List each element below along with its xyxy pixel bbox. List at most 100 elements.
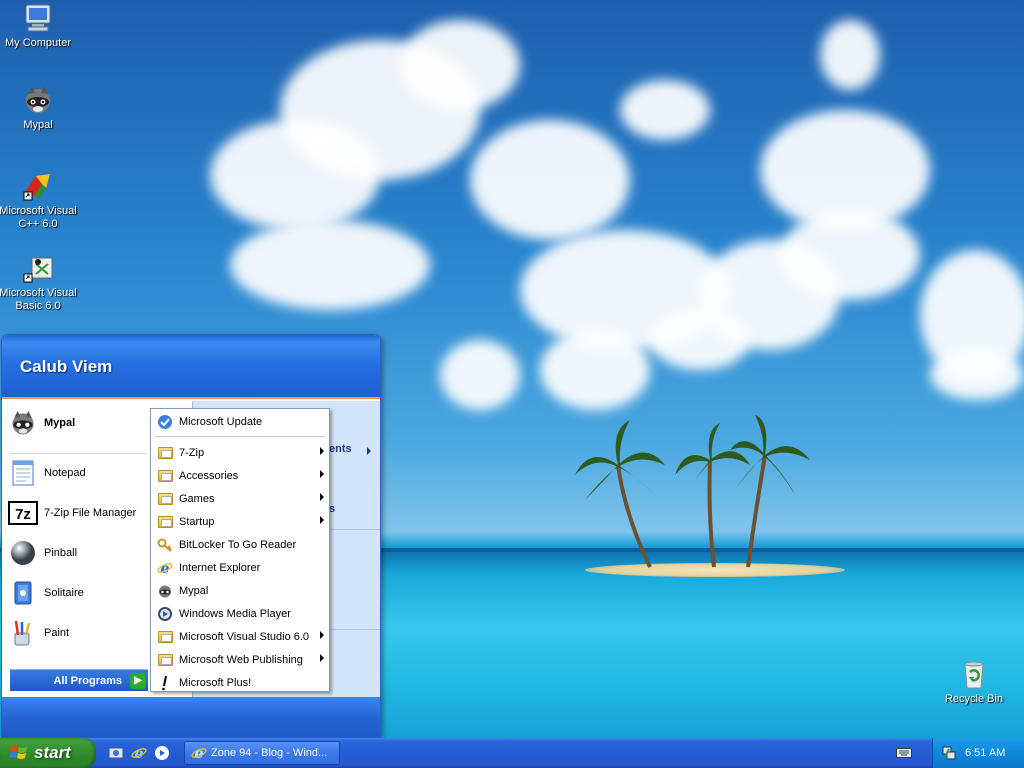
recent-item-7zip[interactable]: 7z 7-Zip File Manager	[8, 495, 148, 531]
desktop-icon-visual-basic[interactable]: Microsoft Visual Basic 6.0	[0, 252, 78, 313]
notepad-icon	[8, 458, 38, 488]
menu-item-label: Mypal	[179, 584, 209, 597]
menu-item-label: Startup	[179, 515, 215, 528]
menu-item-games[interactable]: Games	[152, 487, 328, 510]
pinned-item-label: Mypal	[44, 417, 76, 429]
computer-icon	[25, 4, 51, 32]
menu-item-internet-explorer[interactable]: e Internet Explorer	[152, 556, 328, 579]
recent-item-pinball[interactable]: Pinball	[8, 535, 148, 571]
media-player-icon	[157, 606, 173, 622]
menu-item-label: BitLocker To Go Reader	[179, 538, 297, 551]
solitaire-icon	[8, 578, 38, 608]
start-label: start	[34, 743, 71, 762]
menu-item-visual-studio[interactable]: Microsoft Visual Studio 6.0	[152, 625, 328, 648]
menu-item-label: Microsoft Update	[179, 415, 263, 428]
taskbar: start e e Zone 94 - Blog - Wind... 6:51 …	[0, 738, 1024, 768]
taskbar-button-label: Zone 94 - Blog - Wind...	[211, 747, 328, 759]
desktop-icon-label: My Computer	[4, 37, 72, 49]
palm-trees	[575, 415, 810, 568]
recent-item-notepad[interactable]: Notepad	[8, 455, 148, 491]
submenu-arrow-icon	[320, 470, 324, 478]
divider	[155, 436, 325, 437]
recent-item-label: Paint	[44, 627, 70, 639]
visual-basic-icon	[23, 257, 53, 283]
exclamation-icon	[157, 675, 173, 691]
folder-icon	[157, 468, 173, 484]
pinned-item-mypal[interactable]: Mypal	[8, 405, 148, 441]
visual-cpp-icon	[23, 174, 50, 201]
paint-icon	[8, 618, 38, 648]
menu-item-microsoft-plus[interactable]: Microsoft Plus!	[152, 671, 328, 694]
system-tray: 6:51 AM	[932, 738, 1024, 768]
keyboard-icon[interactable]	[896, 746, 912, 760]
quicklaunch-show-desktop[interactable]	[107, 744, 125, 762]
menu-item-web-publishing[interactable]: Microsoft Web Publishing	[152, 648, 328, 671]
quicklaunch-internet-explorer[interactable]: e	[130, 744, 148, 762]
desktop-icon-label: Microsoft Visual C++ 6.0	[0, 205, 77, 230]
pinball-icon	[8, 538, 38, 568]
right-pane-item-fragment[interactable]: ents	[329, 443, 352, 455]
quicklaunch-media-player[interactable]	[153, 744, 171, 762]
menu-item-mypal[interactable]: Mypal	[152, 579, 328, 602]
submenu-arrow-icon	[320, 654, 324, 662]
divider	[10, 453, 146, 454]
desktop-icon-visual-cpp[interactable]: Microsoft Visual C++ 6.0	[0, 170, 78, 231]
folder-icon	[157, 445, 173, 461]
submenu-arrow-icon	[320, 516, 324, 524]
menu-item-label: Windows Media Player	[179, 607, 291, 620]
folder-icon	[157, 491, 173, 507]
submenu-arrow-icon	[320, 493, 324, 501]
recent-item-paint[interactable]: Paint	[8, 615, 148, 651]
key-icon	[157, 537, 173, 553]
desktop-icon-label: Microsoft Visual Basic 6.0	[0, 287, 77, 312]
desktop-icon-label: Mypal	[23, 119, 53, 131]
clock[interactable]: 6:51 AM	[965, 747, 1005, 759]
user-name: Calub Viem	[20, 357, 113, 376]
windows-update-icon	[157, 414, 173, 430]
menu-item-label: Microsoft Plus!	[179, 676, 252, 689]
show-desktop-icon	[108, 747, 124, 759]
recent-item-label: Notepad	[44, 467, 86, 479]
menu-item-label: 7-Zip	[179, 446, 205, 459]
menu-item-windows-media-player[interactable]: Windows Media Player	[152, 602, 328, 625]
svg-text:7z: 7z	[15, 506, 31, 523]
folder-icon	[157, 652, 173, 668]
taskbar-button-browser[interactable]: e Zone 94 - Blog - Wind...	[184, 741, 340, 765]
menu-item-7zip[interactable]: 7-Zip	[152, 441, 328, 464]
menu-item-startup[interactable]: Startup	[152, 510, 328, 533]
windows-logo-icon	[10, 746, 27, 759]
submenu-arrow-icon	[320, 447, 324, 455]
menu-item-bitlocker[interactable]: BitLocker To Go Reader	[152, 533, 328, 556]
start-button[interactable]: start	[0, 738, 96, 768]
menu-item-label: Accessories	[179, 469, 239, 482]
menu-item-label: Internet Explorer	[179, 561, 261, 574]
start-menu-header: Calub Viem	[2, 335, 380, 399]
desktop-icon-my-computer[interactable]: My Computer	[0, 2, 78, 50]
raccoon-icon	[157, 583, 173, 599]
menu-item-label: Games	[179, 492, 215, 505]
folder-icon	[157, 629, 173, 645]
submenu-arrow-icon	[320, 631, 324, 639]
recycle-bin-icon	[964, 661, 984, 689]
menu-item-label: Microsoft Visual Studio 6.0	[179, 630, 310, 643]
menu-item-label: Microsoft Web Publishing	[179, 653, 303, 666]
internet-explorer-icon: e	[157, 560, 173, 576]
raccoon-icon	[26, 86, 50, 113]
all-programs-label: All Programs	[53, 674, 122, 687]
submenu-arrow-icon	[367, 447, 371, 455]
raccoon-icon	[8, 408, 38, 438]
desktop-icon-mypal[interactable]: Mypal	[0, 84, 78, 132]
menu-item-accessories[interactable]: Accessories	[152, 464, 328, 487]
internet-explorer-icon: e	[131, 746, 147, 761]
all-programs-button[interactable]: All Programs ▶	[10, 669, 148, 691]
recent-item-label: Pinball	[44, 547, 78, 559]
internet-explorer-icon: e	[191, 746, 207, 761]
desktop-icon-recycle-bin[interactable]: Recycle Bin	[934, 658, 1014, 706]
arrow-right-icon: ▶	[130, 672, 146, 689]
menu-item-microsoft-update[interactable]: Microsoft Update	[152, 410, 328, 433]
desktop-icon-label: Recycle Bin	[944, 693, 1004, 705]
network-icon[interactable]	[941, 745, 957, 761]
folder-icon	[157, 514, 173, 530]
recent-item-label: 7-Zip File Manager	[44, 507, 137, 519]
recent-item-solitaire[interactable]: Solitaire	[8, 575, 148, 611]
